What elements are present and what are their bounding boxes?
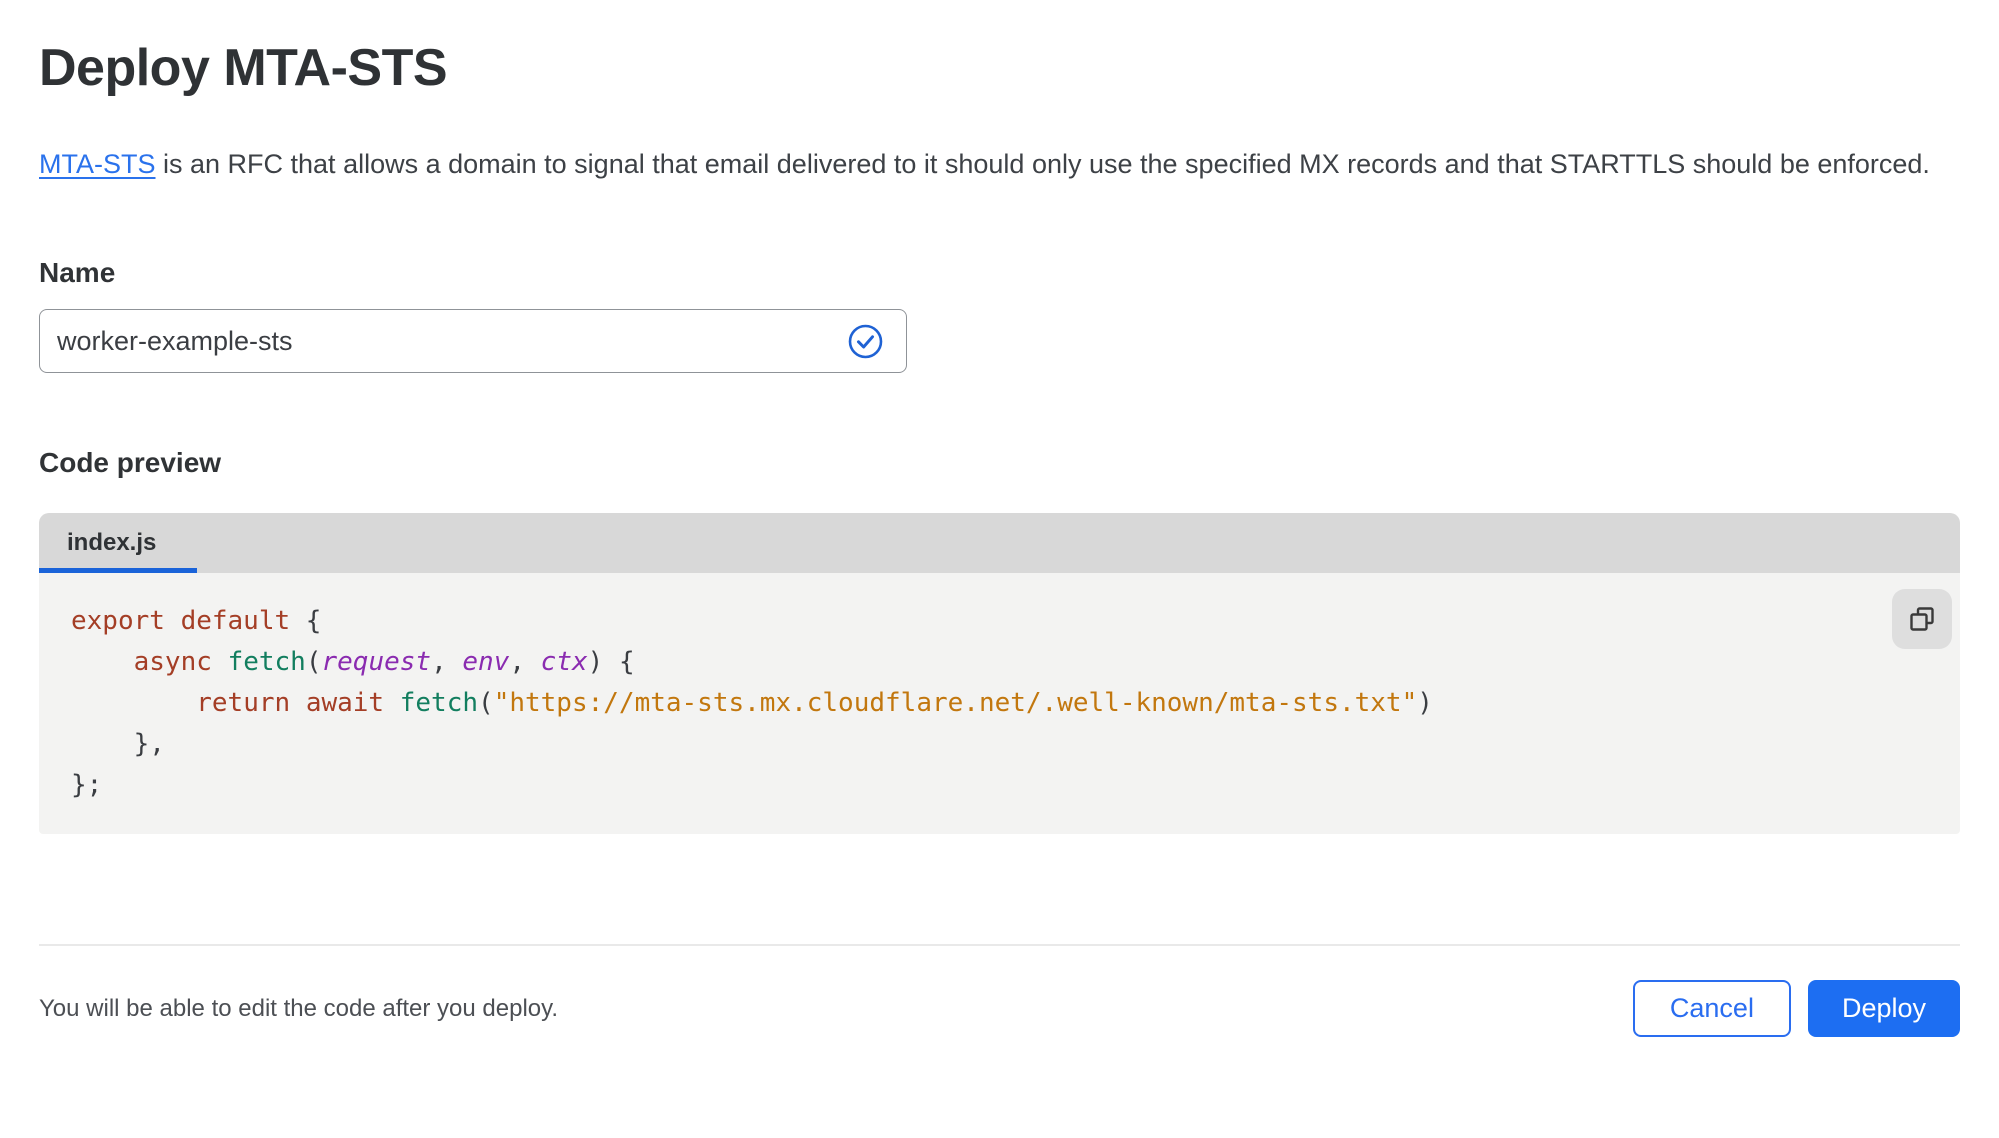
page-title: Deploy MTA-STS (39, 39, 448, 97)
tab-label: index.js (67, 529, 157, 556)
footer-divider (39, 944, 1960, 946)
footer-actions: Cancel Deploy (1632, 980, 1960, 1037)
name-input[interactable]: worker-example-sts (39, 309, 907, 373)
tab-index-js[interactable]: index.js (39, 513, 184, 573)
deploy-button[interactable]: Deploy (1807, 980, 1960, 1037)
footer-note: You will be able to edit the code after … (39, 994, 559, 1022)
code-tabbar: index.js (39, 513, 1960, 573)
deploy-mta-sts-page: Deploy MTA-STS MTA-STS is an RFC that al… (0, 0, 1999, 1037)
check-circle-icon (847, 323, 884, 360)
mta-sts-link[interactable]: MTA-STS (39, 149, 156, 179)
code-preview-card: index.js export default { async fetch(re… (39, 513, 1960, 834)
copy-icon (1908, 605, 1936, 633)
code-body: export default { async fetch(request, en… (39, 573, 1960, 834)
description-body: is an RFC that allows a domain to signal… (155, 149, 1930, 179)
code-block: export default { async fetch(request, en… (71, 606, 1433, 800)
code-preview-label: Code preview (39, 447, 222, 478)
footer: You will be able to edit the code after … (39, 980, 1960, 1037)
name-input-value: worker-example-sts (57, 325, 293, 356)
cancel-button[interactable]: Cancel (1632, 980, 1791, 1037)
name-label: Name (39, 257, 116, 288)
description-text: MTA-STS is an RFC that allows a domain t… (39, 142, 1934, 187)
copy-code-button[interactable] (1892, 589, 1952, 649)
